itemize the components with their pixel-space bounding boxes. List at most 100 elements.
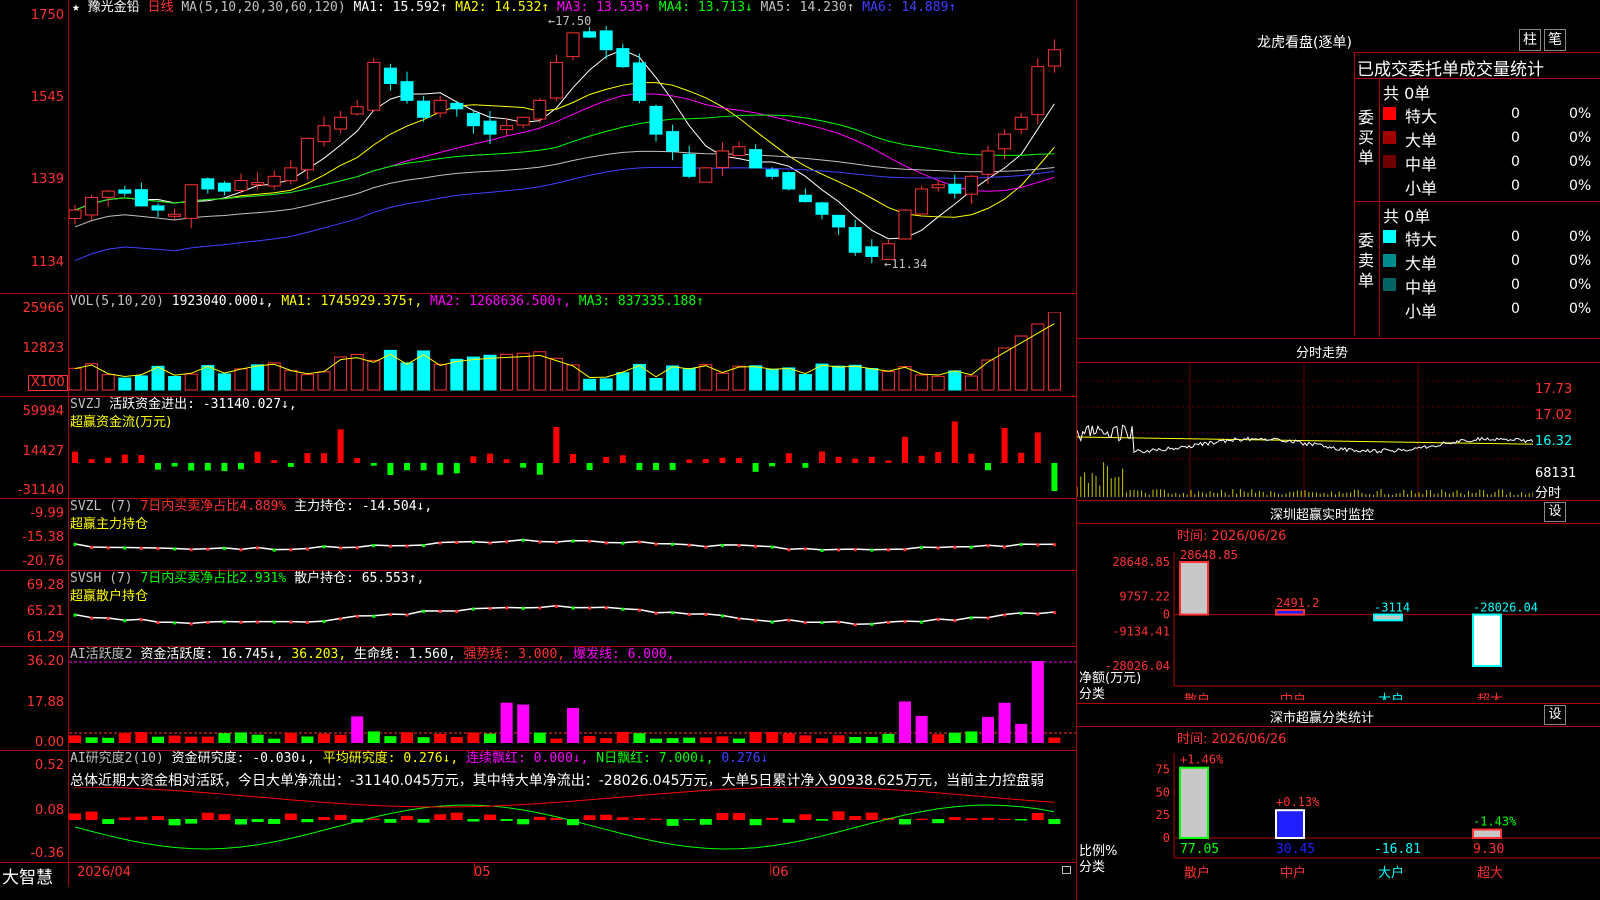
chart-area[interactable]: ★ 豫光金铅 日线 MA(5,10,20,30,60,120) MA1: 15.… bbox=[0, 0, 1077, 900]
volume-bar bbox=[483, 354, 497, 391]
candle-body bbox=[334, 116, 348, 130]
fund-flow-bar bbox=[603, 456, 610, 463]
fund-flow-bar bbox=[155, 463, 161, 470]
vol-legend-name: VOL(5,10,20) bbox=[70, 294, 164, 309]
intraday-chart[interactable] bbox=[1077, 363, 1533, 499]
buy-row-pct: 0% bbox=[1569, 154, 1592, 170]
activity-bar bbox=[367, 731, 380, 743]
svzl-chart[interactable] bbox=[69, 499, 1076, 569]
change-label: +1.46% bbox=[1180, 753, 1224, 767]
change-label: +0.13% bbox=[1276, 795, 1320, 809]
holding-dot bbox=[803, 547, 807, 551]
research-bar bbox=[998, 818, 1011, 820]
candle-body bbox=[599, 30, 613, 51]
sz-monitor-chart[interactable]: 28648.85 9757.22 0 -9134.41 -28026.04 28648.8… bbox=[1077, 540, 1600, 700]
holding-dot bbox=[986, 616, 990, 620]
holding-dot bbox=[770, 545, 774, 549]
research-legend-name: AI研究度2(10) bbox=[70, 751, 164, 766]
holding-dot bbox=[471, 540, 475, 544]
fund-flow-bar bbox=[354, 458, 361, 463]
research-chart[interactable] bbox=[69, 787, 1076, 862]
candle-body bbox=[632, 62, 646, 101]
volume-bar bbox=[234, 368, 248, 391]
column-view-button[interactable]: 柱 bbox=[1519, 29, 1541, 51]
volume-chart[interactable] bbox=[69, 312, 1076, 396]
research-bar bbox=[865, 812, 878, 820]
sz-class-chart[interactable]: 75 50 25 0 +1.46% 77.05 散户 +0.13% 30.45 中户 -16.81 大… bbox=[1077, 743, 1600, 900]
candle-body bbox=[682, 153, 696, 177]
stock-name: 豫光金铅 bbox=[87, 0, 140, 15]
fund-flow-bar bbox=[902, 436, 908, 463]
sell-row-count: 0 bbox=[1511, 301, 1520, 317]
volume-bar bbox=[881, 370, 895, 391]
research-bar bbox=[334, 814, 347, 820]
volume-bar bbox=[466, 356, 480, 391]
fund-flow-bar bbox=[769, 463, 776, 467]
period-label[interactable]: 日线 bbox=[148, 0, 174, 15]
sell-row-name: 中单 bbox=[1405, 278, 1438, 297]
fund-flow-bar bbox=[802, 463, 809, 468]
sz-class-settings-button[interactable]: 设 bbox=[1544, 705, 1566, 725]
activity-bar bbox=[384, 736, 397, 743]
category-label: 中户 bbox=[1280, 865, 1306, 881]
candle-body bbox=[450, 102, 464, 110]
research-bar bbox=[1048, 819, 1061, 825]
activity-bar bbox=[1031, 661, 1044, 743]
holding-dot bbox=[106, 546, 110, 550]
fund-flow-bar bbox=[420, 463, 427, 471]
holding-dot bbox=[654, 542, 658, 546]
candle-body bbox=[433, 99, 447, 114]
activity-bar bbox=[650, 738, 662, 743]
holding-dot bbox=[455, 541, 459, 545]
buy-color-swatch bbox=[1383, 107, 1396, 120]
candle-body bbox=[583, 31, 597, 38]
fund-flow-bar bbox=[636, 463, 643, 471]
category-label: 大户 bbox=[1378, 692, 1404, 700]
holding-dot bbox=[339, 546, 343, 550]
candle-body bbox=[732, 146, 746, 156]
activity-bar bbox=[633, 733, 646, 743]
activity-bar bbox=[69, 735, 81, 743]
research-ytick: 0.52 bbox=[35, 758, 64, 773]
tick-view-button[interactable]: 笔 bbox=[1544, 29, 1566, 51]
research-bar bbox=[1015, 819, 1028, 821]
holding-dot bbox=[189, 548, 193, 552]
research-bar bbox=[849, 815, 862, 820]
category-label: 大户 bbox=[1378, 865, 1404, 881]
candle-body bbox=[815, 202, 829, 215]
holding-dot bbox=[787, 548, 791, 552]
ai2-chart[interactable] bbox=[69, 647, 1076, 749]
activity-bar bbox=[284, 732, 297, 743]
vol-ytick: 25966 bbox=[22, 301, 64, 316]
fund-flow-bar bbox=[470, 456, 477, 463]
holding-dot bbox=[505, 540, 509, 544]
favorite-star-icon[interactable]: ★ bbox=[72, 0, 80, 15]
candle-body bbox=[964, 175, 978, 195]
fund-flow-bar bbox=[586, 463, 593, 470]
holding-dot bbox=[538, 540, 542, 544]
svzj-chart[interactable] bbox=[69, 397, 1076, 497]
lock-icon[interactable] bbox=[1062, 866, 1071, 874]
candle-body bbox=[782, 172, 796, 190]
candlestick-chart[interactable] bbox=[69, 16, 1076, 292]
holding-dot bbox=[305, 620, 309, 624]
candle-body bbox=[151, 205, 165, 211]
date-axis-label: 06 bbox=[772, 865, 789, 880]
holding-dot bbox=[422, 544, 426, 548]
activity-bar bbox=[899, 701, 911, 743]
activity-bar bbox=[102, 737, 115, 743]
volume-bar bbox=[300, 374, 314, 391]
research-bar bbox=[733, 813, 745, 820]
holding-dot bbox=[671, 611, 675, 615]
candle-body bbox=[350, 106, 364, 115]
vol-value: 1923040.000↓, bbox=[171, 294, 274, 309]
research-bar bbox=[600, 814, 613, 820]
holding-dot bbox=[571, 606, 575, 610]
holding-dot bbox=[604, 541, 608, 545]
svsh-chart[interactable] bbox=[69, 571, 1076, 645]
sz-monitor-settings-button[interactable]: 设 bbox=[1544, 502, 1566, 522]
holding-dot bbox=[554, 604, 558, 608]
activity-bar bbox=[484, 733, 496, 743]
holding-dot bbox=[903, 548, 907, 552]
activity-bar bbox=[982, 716, 994, 743]
